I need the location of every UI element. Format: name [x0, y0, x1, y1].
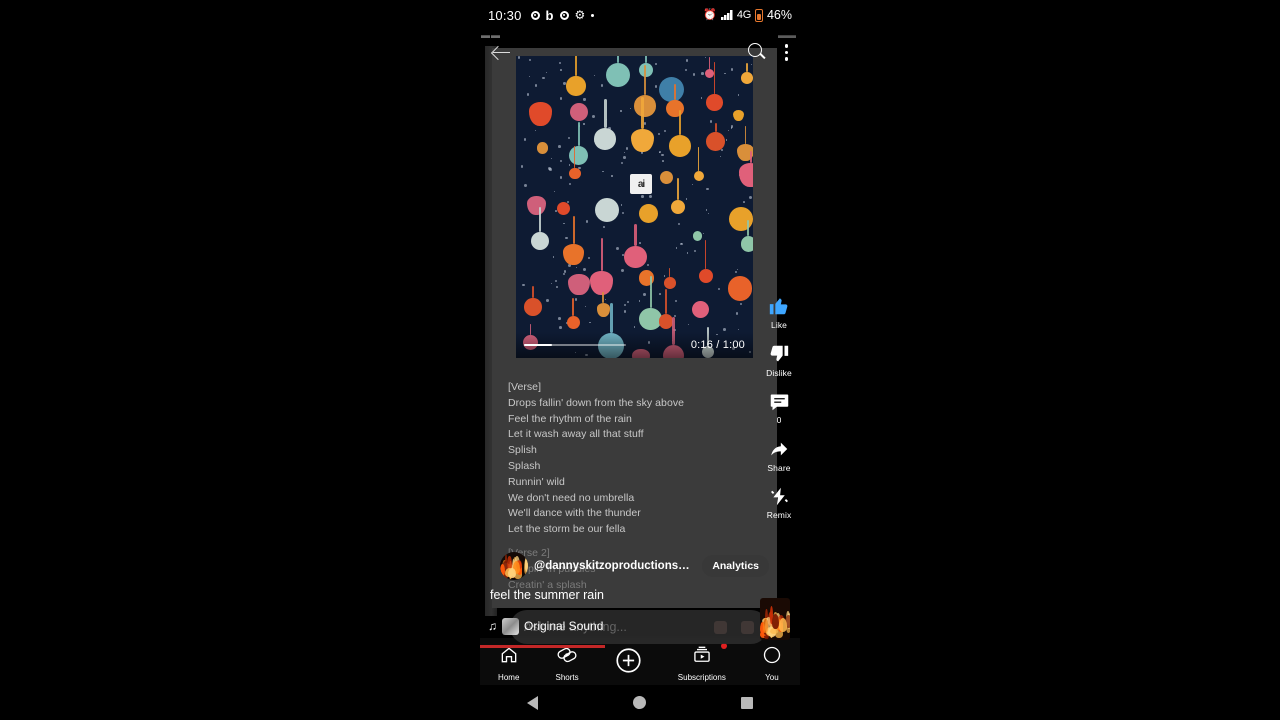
sound-row[interactable]: ♫ Original Sound: [488, 615, 728, 637]
rail-item-remix[interactable]: Remix: [767, 486, 792, 520]
plus-icon: [615, 647, 642, 679]
nav-item-label: Shorts: [555, 672, 579, 682]
search-icon[interactable]: [747, 42, 767, 62]
app-header: [480, 30, 800, 75]
time-display: 0:16 / 1:00: [690, 339, 745, 351]
rail-item-0[interactable]: 0: [769, 391, 790, 425]
rail-item-label: Remix: [766, 510, 792, 520]
battery-percent: 46%: [766, 8, 792, 22]
mic-icon[interactable]: [741, 620, 754, 634]
shorts-icon: [557, 645, 577, 670]
rail-item-label: Like: [771, 320, 787, 330]
system-recents-icon[interactable]: [740, 696, 753, 709]
status-bar: 10:30 b ⚙ ⏰ 4G 46%: [480, 0, 800, 30]
signal-bars-icon: [720, 10, 733, 20]
lyric-line: Drops fallin' down from the sky above: [508, 396, 685, 409]
video-player[interactable]: ai 0:16 / 1:00: [516, 56, 753, 358]
fire-avatar[interactable]: [500, 552, 528, 580]
status-clock: 10:30: [488, 7, 522, 23]
overflow-menu-icon[interactable]: [783, 42, 790, 62]
comment-icon: [769, 391, 790, 412]
music-note-icon: ♫: [488, 619, 497, 633]
caption-text: feel the summer rain: [490, 588, 604, 602]
lyric-line: Feel the rhythm of the rain: [508, 412, 632, 425]
nav-item-subscriptions[interactable]: Subscriptions: [677, 642, 727, 682]
alarm-icon: ⏰: [703, 8, 717, 21]
you-icon: [762, 645, 782, 670]
lyric-line: [Verse]: [508, 381, 542, 393]
analytics-button[interactable]: Analytics: [702, 555, 769, 577]
subscriptions-icon: [692, 645, 712, 670]
lyric-line: Runnin' wild: [508, 475, 565, 488]
album-art: [516, 56, 753, 358]
nav-item-label: You: [765, 672, 779, 682]
rail-item-label: 0: [776, 415, 782, 425]
seek-progress: [524, 343, 552, 347]
system-home-icon[interactable]: [632, 696, 646, 709]
lyric-line: We'll dance with the thunder: [508, 507, 641, 520]
lyric-line: Let the storm be our fella: [508, 523, 626, 536]
home-icon: [499, 645, 519, 670]
thumbs-down-icon: [768, 343, 790, 365]
sound-label: Original Sound: [524, 619, 604, 633]
network-label: 4G: [736, 9, 751, 21]
dot-icon: [591, 13, 595, 17]
bixby-icon: b: [545, 7, 554, 23]
sound-thumbnail: [502, 617, 519, 635]
system-back-icon[interactable]: [527, 695, 539, 710]
nav-item-you[interactable]: You: [762, 645, 782, 682]
nav-item-create[interactable]: [615, 647, 642, 679]
gear-icon: ⚙: [574, 8, 586, 22]
rail-item-label: Dislike: [766, 368, 792, 378]
lyric-line: Splish: [508, 444, 537, 457]
video-controls: 0:16 / 1:00: [516, 332, 753, 358]
rail-item-like[interactable]: Like: [768, 295, 790, 330]
thumbs-up-icon: [768, 295, 790, 317]
channel-bar: @dannyskitzoproductionsuniv... Analytics: [492, 548, 777, 584]
content-panel: ai 0:16 / 1:00 [Verse] Drops fallin' down…: [492, 48, 777, 608]
camera-icon: [530, 10, 540, 20]
lyric-line: Let it wash away all that stuff: [508, 428, 644, 441]
back-arrow-icon[interactable]: [490, 40, 516, 66]
nav-item-shorts[interactable]: Shorts: [555, 645, 579, 682]
phone-viewport: 10:30 b ⚙ ⏰ 4G 46% ▬▬ ▬▬ ai 0:16 / 1:00 …: [480, 0, 800, 720]
channel-handle[interactable]: @dannyskitzoproductionsuniv...: [534, 560, 694, 572]
ai-watermark-icon: ai: [630, 174, 652, 194]
screen-root: 10:30 b ⚙ ⏰ 4G 46% ▬▬ ▬▬ ai 0:16 / 1:00 …: [0, 0, 1280, 720]
lyric-line: Splash: [508, 459, 541, 472]
camera-icon: [559, 10, 569, 20]
seek-bar[interactable]: [524, 343, 626, 347]
status-right-icons: ⏰ 4G 46%: [703, 8, 792, 22]
progress-underline: [480, 645, 605, 648]
share-icon: [768, 438, 790, 460]
battery-icon: [754, 8, 763, 22]
nav-item-label: Home: [498, 672, 520, 682]
action-rail: Like Dislike 0 Share Remix: [758, 295, 800, 520]
rail-item-dislike[interactable]: Dislike: [766, 343, 792, 378]
lyric-line: We don't need no umbrella: [508, 491, 635, 504]
nav-item-home[interactable]: Home: [498, 645, 519, 682]
rail-item-label: Share: [767, 463, 791, 473]
nav-item-label: Subscriptions: [677, 672, 726, 682]
system-navigation-bar: [480, 685, 800, 720]
header-actions: [747, 42, 790, 62]
remix-icon: [769, 486, 790, 507]
rail-item-share[interactable]: Share: [767, 438, 790, 473]
status-left-icons: b ⚙: [530, 7, 595, 23]
